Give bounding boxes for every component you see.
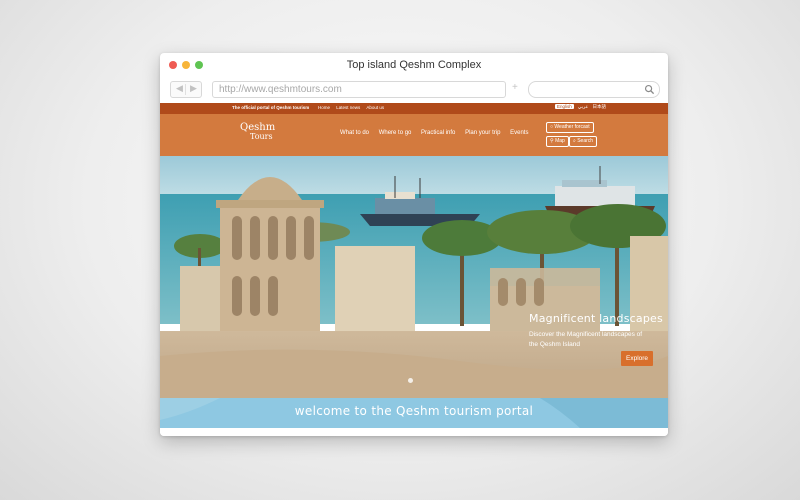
hero-caption-description: Discover the Magnificent landscapes of t… [529,331,643,348]
address-bar[interactable]: http://www.qeshmtours.com [212,81,506,98]
site-header: Qeshm Tours What to do Where to go Pract… [160,114,668,156]
lang-english[interactable]: English [555,104,574,109]
wind-tower [216,177,324,336]
plus-icon[interactable]: + [512,82,518,93]
browser-toolbar: ◀ ▶ http://www.qeshmtours.com + [160,77,668,103]
weather-button[interactable]: ○ Weather forcast [546,122,594,133]
menu-what-to-do[interactable]: What to do [340,130,369,136]
welcome-text: welcome to the Qeshm tourism portal [294,404,534,418]
top-links: Home Latest news About us [318,105,389,110]
window-title: Top island Qeshm Complex [346,59,482,71]
logo-line2: Tours [250,132,273,141]
slider-dot[interactable] [408,378,413,383]
language-switcher: English عربي 日本語 [555,104,609,110]
browser-search-field[interactable] [528,81,660,98]
menu-plan-your-trip[interactable]: Plan your trip [465,130,500,136]
weather-label: Weather forcast [554,124,590,130]
website: The official portal of Qeshm tourism Hom… [160,103,668,436]
forward-arrow-icon[interactable]: ▶ [190,83,197,94]
site-logo[interactable]: Qeshm Tours [240,122,276,142]
hero-caption-title: Magnificent landscapes [529,312,663,325]
site-tagline: The official portal of Qeshm tourism [232,105,310,110]
page-bottom [160,428,668,436]
titlebar: Top island Qeshm Complex [160,53,668,77]
hero-caption: Magnificent landscapes Discover the Magn… [529,312,663,350]
url-text: http://www.qeshmtours.com [219,84,342,95]
browser-window: Top island Qeshm Complex ◀ ▶ http://www.… [160,53,668,436]
top-link-home[interactable]: Home [318,105,330,110]
lang-arabic[interactable]: عربي [578,104,588,109]
lang-japanese[interactable]: 日本語 [592,104,606,109]
welcome-band: welcome to the Qeshm tourism portal [160,398,668,428]
map-pin-icon: ⚲ [550,138,554,144]
hero-slider: Magnificent landscapes Discover the Magn… [160,156,668,398]
menu-where-to-go[interactable]: Where to go [379,130,412,136]
nav-buttons: ◀ ▶ [170,81,202,98]
menu-practical-info[interactable]: Practical info [421,130,455,136]
search-label: Search [577,138,594,144]
explore-button[interactable]: Explore [621,351,654,366]
main-menu: What to do Where to go Practical info Pl… [340,130,536,136]
menu-events[interactable]: Events [510,130,528,136]
top-strip: The official portal of Qeshm tourism Hom… [160,103,668,114]
logo-line1: Qeshm [240,122,276,133]
map-button[interactable]: ⚲ Map [546,136,569,147]
site-search-button[interactable]: ⌕ Search [569,136,598,147]
hero-image [160,156,668,398]
top-link-latest-news[interactable]: Latest news [336,105,360,110]
sun-icon: ○ [550,124,554,130]
top-link-about-us[interactable]: About us [366,105,384,110]
map-label: Map [555,138,565,144]
back-arrow-icon[interactable]: ◀ [176,83,183,94]
search-small-icon: ⌕ [573,138,576,144]
search-icon [644,84,655,95]
